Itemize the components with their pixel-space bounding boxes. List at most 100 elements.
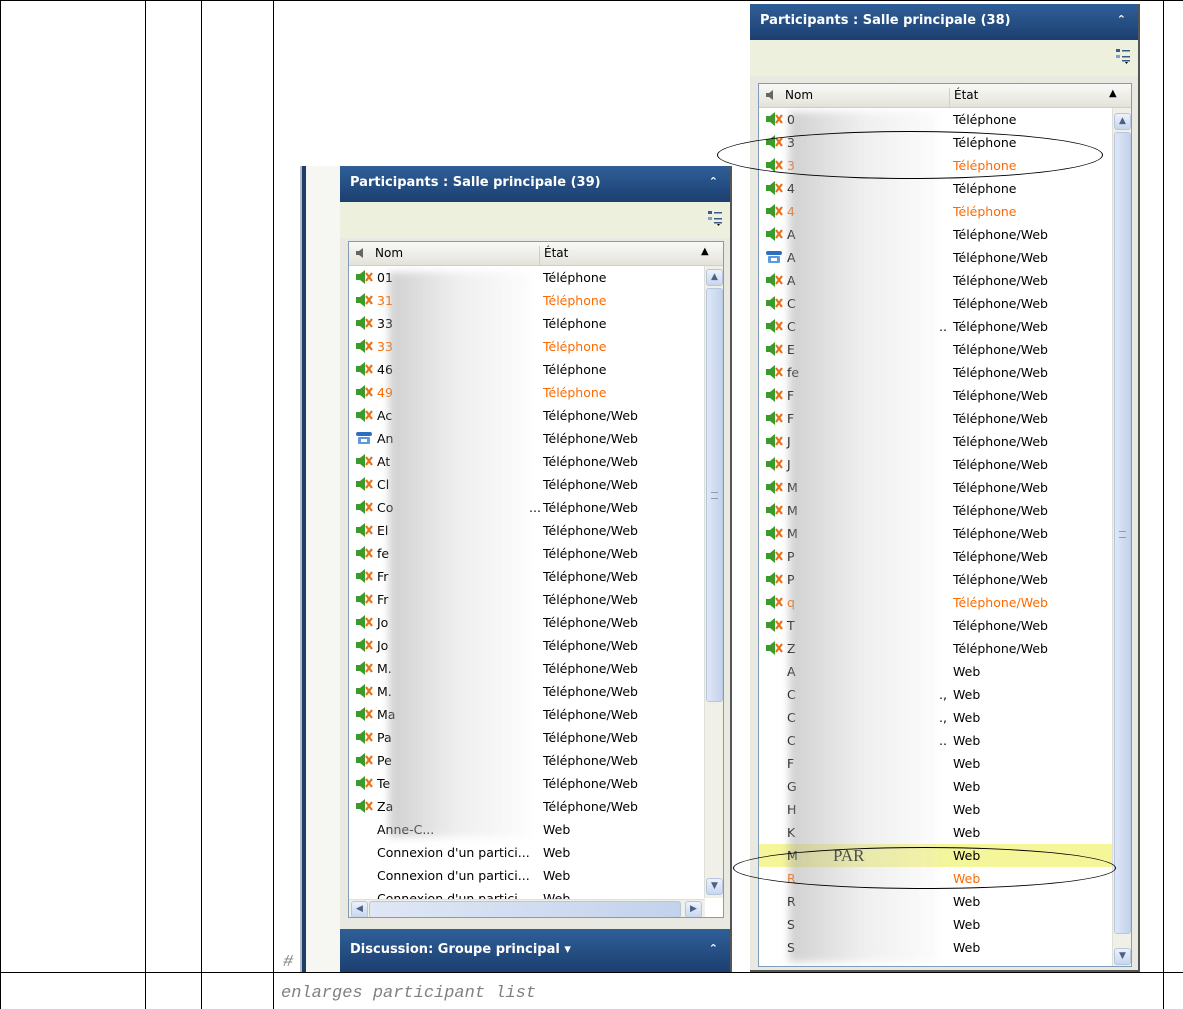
speaker-icon[interactable]: [765, 388, 783, 402]
speaker-icon[interactable]: [355, 523, 373, 537]
scroll-down-button[interactable]: ▼: [706, 878, 723, 895]
speaker-icon[interactable]: [765, 296, 783, 310]
speaker-icon[interactable]: [355, 362, 373, 376]
participant-row[interactable]: Connexion d'un partici... Web: [349, 841, 705, 864]
speaker-icon[interactable]: [765, 641, 783, 655]
speaker-icon[interactable]: [355, 615, 373, 629]
speaker-icon[interactable]: [765, 204, 783, 218]
speaker-icon[interactable]: [355, 799, 373, 813]
phone-icon[interactable]: [355, 431, 373, 445]
vertical-scrollbar[interactable]: ▲ ▼: [704, 266, 723, 898]
participant-state: Téléphone/Web: [543, 477, 638, 492]
participant-state: Téléphone/Web: [543, 707, 638, 722]
speaker-icon[interactable]: [355, 569, 373, 583]
name-truncation-mark: ..: [939, 319, 947, 334]
speaker-icon[interactable]: [765, 342, 783, 356]
blurred-names: [389, 272, 529, 837]
speaker-icon[interactable]: [355, 270, 373, 284]
speaker-icon[interactable]: [765, 365, 783, 379]
horizontal-scrollbar[interactable]: ◀ ▶: [349, 899, 705, 917]
discussion-title[interactable]: Discussion: Groupe principal ▾: [350, 942, 571, 957]
speaker-icon[interactable]: [765, 526, 783, 540]
scroll-left-button[interactable]: ◀: [351, 901, 368, 917]
name-truncation-mark: ..: [939, 733, 947, 748]
speaker-icon[interactable]: [765, 112, 783, 126]
speaker-icon[interactable]: [765, 595, 783, 609]
sort-arrow-icon[interactable]: ▲: [1109, 88, 1117, 99]
table-col-border-4: [1163, 0, 1164, 1009]
participant-list[interactable]: Nom État ▲ 01 Téléphone 31 Téléphone 33 Télép…: [348, 241, 724, 918]
participant-state: Web: [953, 917, 981, 932]
participant-state: Téléphone/Web: [953, 526, 1048, 541]
speaker-icon[interactable]: [355, 454, 373, 468]
list-options-icon[interactable]: [708, 210, 722, 226]
scroll-down-button[interactable]: ▼: [1114, 948, 1131, 965]
speaker-icon[interactable]: [765, 480, 783, 494]
speaker-header-icon: [356, 248, 363, 258]
speaker-icon[interactable]: [765, 618, 783, 632]
participant-state: Web: [543, 868, 571, 883]
participant-list[interactable]: Nom État ▲ 0Téléphone3Téléphone3Téléphon…: [758, 83, 1132, 967]
name-truncation-mark: ...: [529, 500, 541, 515]
speaker-icon[interactable]: [355, 776, 373, 790]
participants-title: Participants : Salle principale (39): [350, 175, 601, 190]
speaker-icon[interactable]: [765, 434, 783, 448]
participant-state: Téléphone/Web: [543, 431, 638, 446]
speaker-icon[interactable]: [355, 661, 373, 675]
table-col-border-1: [145, 0, 146, 1009]
table-row-border: [0, 972, 1183, 973]
scroll-up-button[interactable]: ▲: [1114, 113, 1131, 130]
discussion-title-bar: Discussion: Groupe principal ▾ ⌃︎: [340, 929, 730, 972]
collapse-icon[interactable]: ⌃︎: [709, 175, 718, 188]
scroll-right-button[interactable]: ▶: [685, 901, 702, 917]
column-header-etat[interactable]: État: [949, 88, 978, 107]
column-header-etat[interactable]: État: [539, 246, 568, 265]
speaker-icon[interactable]: [355, 339, 373, 353]
speaker-icon[interactable]: [355, 684, 373, 698]
speaker-icon[interactable]: [765, 411, 783, 425]
speaker-icon[interactable]: [355, 753, 373, 767]
column-header-nom[interactable]: Nom: [375, 246, 403, 260]
participant-state: Téléphone/Web: [953, 411, 1048, 426]
sort-arrow-icon[interactable]: ▲: [701, 246, 709, 257]
participant-state: Téléphone: [543, 385, 607, 400]
speaker-icon[interactable]: [355, 500, 373, 514]
participant-state: Web: [953, 940, 981, 955]
scroll-thumb[interactable]: [1114, 132, 1131, 934]
speaker-icon[interactable]: [765, 503, 783, 517]
participant-state: Téléphone/Web: [543, 684, 638, 699]
speaker-icon[interactable]: [765, 457, 783, 471]
speaker-icon[interactable]: [355, 638, 373, 652]
speaker-icon[interactable]: [355, 408, 373, 422]
speaker-icon[interactable]: [355, 546, 373, 560]
participant-state: Téléphone/Web: [953, 250, 1048, 265]
participant-state: Web: [953, 687, 981, 702]
collapse-icon[interactable]: ⌃︎: [1117, 13, 1126, 26]
participant-row[interactable]: Connexion d'un partici... Web: [349, 864, 705, 887]
list-header: Nom État ▲: [759, 84, 1131, 108]
scroll-thumb[interactable]: [706, 288, 723, 702]
speaker-icon[interactable]: [355, 730, 373, 744]
list-options-icon[interactable]: [1116, 48, 1130, 64]
speaker-icon[interactable]: [355, 316, 373, 330]
speaker-icon[interactable]: [765, 227, 783, 241]
participant-state: Téléphone: [953, 204, 1017, 219]
scroll-up-button[interactable]: ▲: [706, 269, 723, 286]
phone-icon[interactable]: [765, 250, 783, 264]
speaker-icon[interactable]: [765, 572, 783, 586]
participant-state: Téléphone/Web: [543, 408, 638, 423]
speaker-icon[interactable]: [355, 477, 373, 491]
collapse-discussion-icon[interactable]: ⌃︎: [709, 942, 718, 955]
speaker-icon[interactable]: [765, 549, 783, 563]
hscroll-thumb[interactable]: [369, 901, 681, 917]
speaker-icon[interactable]: [355, 707, 373, 721]
speaker-icon[interactable]: [765, 319, 783, 333]
speaker-icon[interactable]: [355, 592, 373, 606]
speaker-icon[interactable]: [765, 273, 783, 287]
participant-name: Jo: [377, 615, 389, 630]
column-header-nom[interactable]: Nom: [785, 88, 813, 102]
speaker-icon[interactable]: [765, 181, 783, 195]
speaker-icon[interactable]: [355, 385, 373, 399]
speaker-icon[interactable]: [355, 293, 373, 307]
vertical-scrollbar[interactable]: ▲ ▼: [1112, 108, 1131, 966]
